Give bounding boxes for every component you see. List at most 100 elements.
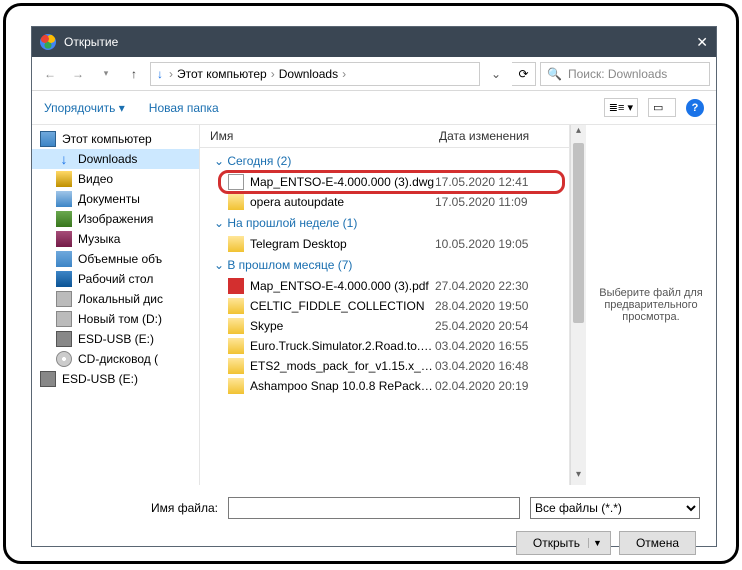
tree-item[interactable]: Изображения (32, 209, 199, 229)
tree-label: Этот компьютер (62, 132, 152, 146)
disk-icon (56, 291, 72, 307)
open-split-icon[interactable]: ▼ (588, 538, 602, 548)
images-icon (56, 211, 72, 227)
folder-icon (228, 298, 244, 314)
folder-icon (228, 236, 244, 252)
recent-dropdown[interactable]: ▾ (94, 62, 118, 86)
file-group-header[interactable]: ⌄ Сегодня (2) (200, 150, 569, 172)
search-placeholder: Поиск: Downloads (568, 67, 667, 81)
desktop-icon (56, 271, 72, 287)
organize-menu[interactable]: Упорядочить ▾ (44, 101, 125, 115)
file-item[interactable]: Map_ENTSO-E-4.000.000 (3).dwg17.05.2020 … (200, 172, 569, 192)
chevron-right-icon: › (169, 67, 173, 81)
help-icon[interactable]: ? (686, 99, 704, 117)
tree-label: CD-дисковод ( (78, 352, 158, 366)
open-dialog: Открытие ✕ ← → ▾ ↑ ↓ › Этот компьютер › … (31, 26, 717, 547)
tree-label: Видео (78, 172, 113, 186)
chevron-down-icon: ⌄ (214, 216, 224, 230)
file-date: 25.04.2020 20:54 (435, 319, 565, 333)
cancel-button[interactable]: Отмена (619, 531, 696, 555)
usb-icon (40, 371, 56, 387)
file-list-pane: Имя Дата изменения ⌄ Сегодня (2)Map_ENTS… (200, 125, 570, 485)
folder-tree[interactable]: Этот компьютер ↓Downloads Видео Документы Из… (32, 125, 200, 485)
filename-input[interactable] (228, 497, 520, 519)
vertical-scrollbar[interactable]: ▴ ▾ (570, 125, 586, 485)
breadcrumb-root[interactable]: Этот компьютер (177, 67, 267, 81)
tree-label: Объемные объ (78, 252, 162, 266)
file-filter-select[interactable]: Все файлы (*.*) (530, 497, 700, 519)
scroll-up-icon[interactable]: ▴ (571, 125, 586, 141)
tree-item[interactable]: Этот компьютер (32, 129, 199, 149)
tree-item[interactable]: Видео (32, 169, 199, 189)
title-text: Открытие (64, 35, 118, 49)
search-input[interactable]: 🔍 Поиск: Downloads (540, 62, 710, 86)
tree-item[interactable]: ESD-USB (E:) (32, 369, 199, 389)
breadcrumb-folder[interactable]: Downloads (279, 67, 338, 81)
chevron-right-icon: › (342, 67, 346, 81)
file-group-header[interactable]: ⌄ В прошлом месяце (7) (200, 254, 569, 276)
folder-icon (228, 318, 244, 334)
tree-item[interactable]: Объемные объ (32, 249, 199, 269)
open-button[interactable]: Открыть▼ (516, 531, 611, 555)
file-name: opera autoupdate (250, 195, 435, 209)
toolbar: Упорядочить ▾ Новая папка ≣≡ ▾ ▭ ? (32, 91, 716, 125)
tree-item[interactable]: ↓Downloads (32, 149, 199, 169)
breadcrumb[interactable]: ↓ › Этот компьютер › Downloads › (150, 62, 480, 86)
tree-item[interactable]: Музыка (32, 229, 199, 249)
tree-label: Документы (78, 192, 140, 206)
file-item[interactable]: Skype25.04.2020 20:54 (200, 316, 569, 336)
file-name: Telegram Desktop (250, 237, 435, 251)
folder-icon (228, 358, 244, 374)
close-icon[interactable]: ✕ (696, 34, 708, 51)
folder-icon (228, 338, 244, 354)
column-headers[interactable]: Имя Дата изменения (200, 125, 569, 148)
computer-icon (40, 131, 56, 147)
file-item[interactable]: Euro.Truck.Simulator.2.Road.to.the.Black… (200, 336, 569, 356)
file-item[interactable]: Ashampoo Snap 10.0.8 RePack&(Portabl...0… (200, 376, 569, 396)
file-date: 27.04.2020 22:30 (435, 279, 565, 293)
file-list[interactable]: ⌄ Сегодня (2)Map_ENTSO-E-4.000.000 (3).d… (200, 148, 569, 485)
scroll-thumb[interactable] (573, 143, 584, 323)
tree-label: Изображения (78, 212, 153, 226)
refresh-button[interactable]: ⟳ (512, 62, 536, 86)
scroll-down-icon[interactable]: ▾ (571, 469, 586, 485)
file-date: 17.05.2020 12:41 (435, 175, 565, 189)
chevron-down-icon: ⌄ (214, 154, 224, 168)
tree-item[interactable]: ESD-USB (E:) (32, 329, 199, 349)
pdf-icon (228, 278, 244, 294)
video-icon (56, 171, 72, 187)
file-item[interactable]: Telegram Desktop10.05.2020 19:05 (200, 234, 569, 254)
music-icon (56, 231, 72, 247)
file-item[interactable]: CELTIC_FIDDLE_COLLECTION28.04.2020 19:50 (200, 296, 569, 316)
file-item[interactable]: opera autoupdate17.05.2020 11:09 (200, 192, 569, 212)
file-name: ETS2_mods_pack_for_v1.15.x_(UPD_28.12... (250, 359, 435, 373)
breadcrumb-dropdown[interactable]: ⌄ (484, 67, 508, 81)
tree-item[interactable]: Документы (32, 189, 199, 209)
disk-icon (56, 311, 72, 327)
column-date[interactable]: Дата изменения (439, 129, 569, 143)
tree-label: Новый том (D:) (78, 312, 162, 326)
tree-item[interactable]: CD-дисковод ( (32, 349, 199, 369)
tree-item[interactable]: Локальный дис (32, 289, 199, 309)
file-item[interactable]: Map_ENTSO-E-4.000.000 (3).pdf27.04.2020 … (200, 276, 569, 296)
nav-bar: ← → ▾ ↑ ↓ › Этот компьютер › Downloads ›… (32, 57, 716, 91)
new-folder-button[interactable]: Новая папка (149, 101, 219, 115)
filename-label: Имя файла: (48, 501, 218, 515)
preview-pane-button[interactable]: ▭ (648, 98, 676, 117)
back-button[interactable]: ← (38, 62, 62, 86)
preview-text: Выберите файл для предварительного просм… (596, 287, 706, 323)
tree-item[interactable]: Рабочий стол (32, 269, 199, 289)
file-item[interactable]: ETS2_mods_pack_for_v1.15.x_(UPD_28.12...… (200, 356, 569, 376)
view-options-button[interactable]: ≣≡ ▾ (604, 98, 638, 117)
up-button[interactable]: ↑ (122, 62, 146, 86)
file-name: Skype (250, 319, 435, 333)
titlebar: Открытие ✕ (32, 27, 716, 57)
file-icon (228, 174, 244, 190)
file-group-header[interactable]: ⌄ На прошлой неделе (1) (200, 212, 569, 234)
tree-label: Downloads (78, 152, 137, 166)
tree-label: Музыка (78, 232, 120, 246)
tree-item[interactable]: Новый том (D:) (32, 309, 199, 329)
file-date: 28.04.2020 19:50 (435, 299, 565, 313)
file-name: Euro.Truck.Simulator.2.Road.to.the.Black… (250, 339, 435, 353)
column-name[interactable]: Имя (200, 129, 439, 143)
